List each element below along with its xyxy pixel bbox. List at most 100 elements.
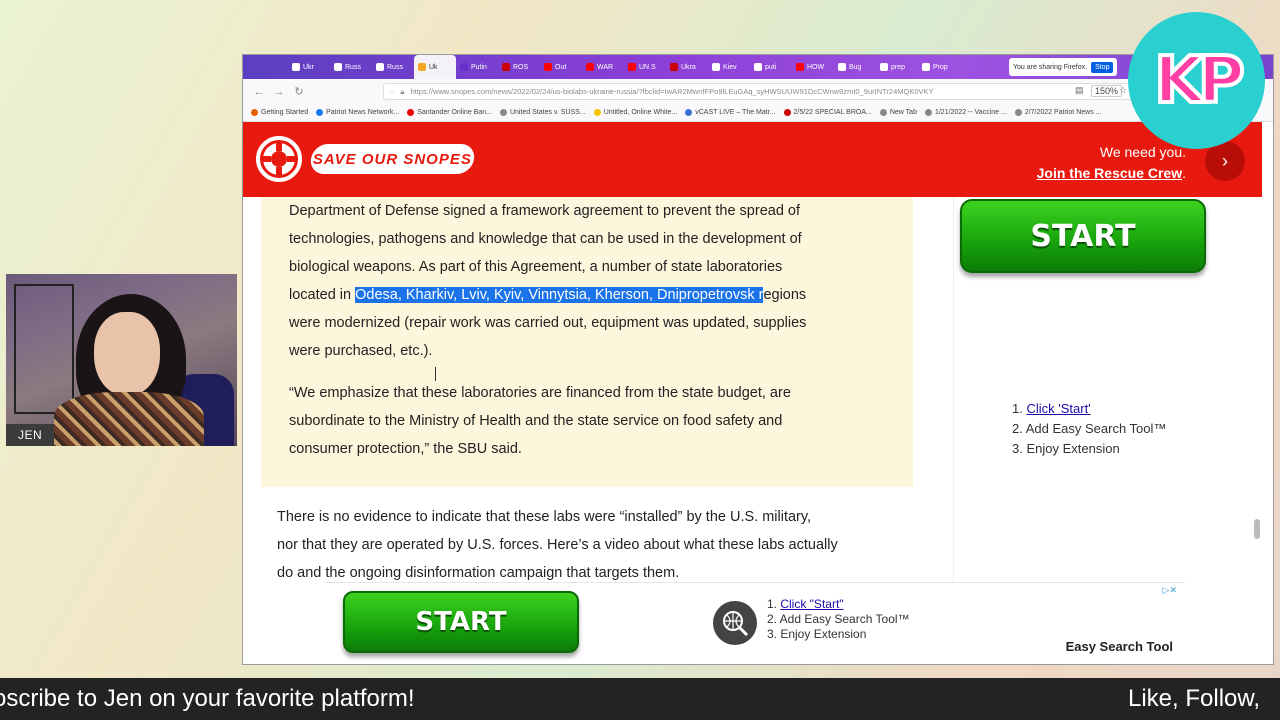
bookmark-label: United States v. SUSS... xyxy=(509,109,586,116)
lock-icon: 🔒︎ xyxy=(400,86,405,96)
browser-tab[interactable]: ROS xyxy=(498,55,540,79)
bottom-click-start-link[interactable]: Click "Start" xyxy=(780,597,843,611)
ticker-right-text: Like, Follow, xyxy=(1128,685,1261,712)
tab-favicon-icon xyxy=(628,63,636,71)
browser-tab[interactable]: Out xyxy=(540,55,582,79)
bookmark-item[interactable]: 2/7/2022 Patriot News ... xyxy=(1014,109,1102,116)
bookmark-favicon-icon xyxy=(783,109,791,116)
step-number: 1. xyxy=(767,597,781,611)
bookmark-item[interactable]: Untitled, Online White... xyxy=(593,109,677,116)
bookmark-item[interactable]: Patriot News Network... xyxy=(316,109,399,116)
bookmark-item[interactable]: vCAST LIVE – The Matr... xyxy=(685,109,776,116)
bookmark-favicon-icon xyxy=(499,109,507,116)
bookmarks-toolbar: Getting Started Patriot News Network... Sa… xyxy=(243,104,1273,122)
step-number: 1. xyxy=(1012,401,1027,416)
tab-favicon-icon xyxy=(838,63,846,71)
bookmark-star-icon[interactable]: ☆ xyxy=(1119,85,1127,96)
ad-start-button[interactable]: START xyxy=(960,199,1206,273)
browser-tab[interactable]: Ukr xyxy=(288,55,330,79)
save-our-snopes-banner[interactable]: SAVE OUR SNOPES We need you. Join the Re… xyxy=(243,122,1262,197)
bookmark-item[interactable]: New Tab xyxy=(879,109,917,116)
click-start-link[interactable]: Click 'Start' xyxy=(1026,401,1090,416)
tab-favicon-icon xyxy=(754,63,762,71)
quote-line: Department of Defense signed a framework… xyxy=(289,203,801,219)
reader-icon[interactable]: ▤ xyxy=(1075,85,1084,96)
scrollbar-thumb[interactable] xyxy=(1254,519,1260,539)
tab-favicon-icon xyxy=(712,63,720,71)
rescue-crew-callout[interactable]: We need you. Join the Rescue Crew. xyxy=(1037,142,1186,184)
quote-line-located: located in Odesa, Kharkiv, Lviv, Kyiv, V… xyxy=(289,281,879,309)
ad-step: 1. Click 'Start' xyxy=(1012,399,1166,419)
browser-tab[interactable]: Kiev xyxy=(708,55,750,79)
bookmark-label: 2/5/22 SPECIAL BROA... xyxy=(793,109,872,116)
browser-tab[interactable]: puti xyxy=(750,55,792,79)
quote-block: Department of Defense signed a framework… xyxy=(261,197,913,487)
save-our-snopes-logo[interactable]: SAVE OUR SNOPES xyxy=(308,144,477,174)
browser-tab[interactable]: Ukra xyxy=(666,55,708,79)
join-rescue-crew-link[interactable]: Join the Rescue Crew xyxy=(1037,165,1183,181)
forward-icon[interactable]: → xyxy=(269,86,289,98)
tab-label: Kiev xyxy=(723,63,737,71)
tab-favicon-icon xyxy=(544,63,552,71)
browser-tab[interactable]: Bug xyxy=(834,55,876,79)
globe-search-icon xyxy=(713,601,757,645)
located-pre: located in xyxy=(289,287,356,303)
browser-tab[interactable]: prep xyxy=(876,55,918,79)
tab-label: Bug xyxy=(849,63,862,71)
back-icon[interactable]: ← xyxy=(249,86,269,98)
browser-tab[interactable]: Russ xyxy=(330,55,372,79)
tab-favicon-icon xyxy=(922,63,930,71)
bookmark-item[interactable]: Santander Online Ban... xyxy=(407,109,492,116)
bookmark-label: Santander Online Ban... xyxy=(417,109,492,116)
lifebuoy-icon xyxy=(256,136,302,182)
ad-close-icon[interactable]: ▷✕ xyxy=(1163,585,1177,596)
easy-search-tool-brand: Easy Search Tool xyxy=(1065,639,1173,654)
bookmark-item[interactable]: Getting Started xyxy=(251,109,308,116)
browser-tab[interactable]: Prop xyxy=(918,55,960,79)
tab-label: WAR xyxy=(597,63,614,71)
tab-favicon-icon xyxy=(670,63,678,71)
reload-icon[interactable]: ↻ xyxy=(289,85,309,98)
quote-line: “We emphasize that these laboratories ar… xyxy=(289,385,791,401)
tab-favicon-icon xyxy=(460,63,468,71)
bottom-ad-start-button[interactable]: START xyxy=(343,591,579,653)
tab-favicon-icon xyxy=(376,63,384,71)
bookmark-label: 1/21/2022 -- Vaccine ... xyxy=(934,109,1007,116)
bottom-ad: ▷✕ START 1. Click "Start" 2. Add Easy Se… xyxy=(325,582,1185,664)
browser-tab[interactable]: Russ xyxy=(372,55,414,79)
ad-step: 1. Click "Start" xyxy=(767,597,910,612)
browser-tab[interactable]: HOW xyxy=(792,55,834,79)
bookmark-label: 2/7/2022 Patriot News ... xyxy=(1024,109,1102,116)
browser-tab[interactable]: Uk xyxy=(414,55,456,79)
stop-sharing-button[interactable]: Stop xyxy=(1091,61,1114,73)
zoom-indicator[interactable]: 150% xyxy=(1091,85,1123,97)
bookmark-label: vCAST LIVE – The Matr... xyxy=(695,109,776,116)
sidebar-ad: START 1. Click 'Start' 2. Add Easy Searc… xyxy=(953,197,1218,583)
bookmark-favicon-icon xyxy=(1014,109,1022,116)
bookmark-item[interactable]: United States v. SUSS... xyxy=(499,109,586,116)
quote-line: were purchased, etc.). xyxy=(289,343,433,359)
quote-line: consumer protection,” the SBU said. xyxy=(289,441,522,457)
tab-label: ROS xyxy=(513,63,529,71)
browser-tab[interactable]: Putin xyxy=(456,55,498,79)
tab-favicon-icon xyxy=(880,63,888,71)
bookmark-item[interactable]: 1/21/2022 -- Vaccine ... xyxy=(924,109,1007,116)
browser-tab[interactable]: UN S xyxy=(624,55,666,79)
bookmark-favicon-icon xyxy=(879,109,887,116)
ad-step: 2. Add Easy Search Tool™ xyxy=(767,612,910,626)
bookmark-item[interactable]: 2/5/22 SPECIAL BROA... xyxy=(783,109,872,116)
need-you-text: We need you. xyxy=(1099,144,1186,160)
quote-line: were modernized (repair work was carried… xyxy=(289,315,807,331)
browser-tab[interactable]: WAR xyxy=(582,55,624,79)
url-text: https://www.snopes.com/news/2022/02/24/u… xyxy=(410,87,934,96)
kp-logo-text: KP xyxy=(1152,42,1246,120)
ad-step: 3. Enjoy Extension xyxy=(767,627,867,641)
tab-label: Prop xyxy=(933,63,948,71)
tab-label: Putin xyxy=(471,63,487,71)
ticker-left-text: oscribe to Jen on your favorite platform… xyxy=(0,685,415,712)
save-our-snopes-text: SAVE OUR SNOPES xyxy=(313,150,472,168)
webcam-shirt xyxy=(54,392,204,446)
webcam-name-label: JEN xyxy=(6,424,55,446)
url-bar[interactable]: ◌ 🔒︎ https://www.snopes.com/news/2022/02… xyxy=(383,83,1143,100)
tab-favicon-icon xyxy=(502,63,510,71)
